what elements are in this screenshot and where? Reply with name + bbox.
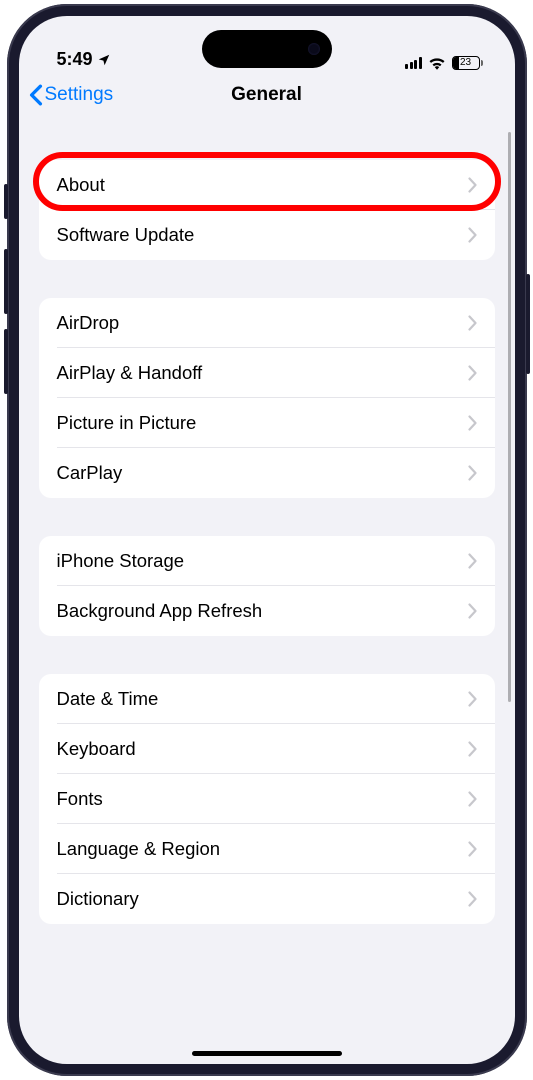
section-storage: iPhone Storage Background App Refresh bbox=[39, 536, 495, 636]
row-label: Date & Time bbox=[57, 688, 159, 710]
row-about[interactable]: About bbox=[39, 160, 495, 210]
battery-percentage: 23 bbox=[453, 57, 479, 69]
row-iphone-storage[interactable]: iPhone Storage bbox=[39, 536, 495, 586]
row-dictionary[interactable]: Dictionary bbox=[39, 874, 495, 924]
row-label: Keyboard bbox=[57, 738, 136, 760]
chevron-right-icon bbox=[468, 177, 477, 193]
row-label: CarPlay bbox=[57, 462, 123, 484]
row-software-update[interactable]: Software Update bbox=[39, 210, 495, 260]
row-label: Dictionary bbox=[57, 888, 139, 910]
row-label: Fonts bbox=[57, 788, 103, 810]
silent-switch bbox=[4, 184, 8, 219]
battery-icon: 23 bbox=[452, 56, 483, 70]
chevron-right-icon bbox=[468, 553, 477, 569]
chevron-right-icon bbox=[468, 365, 477, 381]
scroll-indicator[interactable] bbox=[508, 132, 511, 702]
row-carplay[interactable]: CarPlay bbox=[39, 448, 495, 498]
section-airdrop: AirDrop AirPlay & Handoff Picture in Pic… bbox=[39, 298, 495, 498]
row-label: AirPlay & Handoff bbox=[57, 362, 203, 384]
section-about: About Software Update bbox=[39, 160, 495, 260]
row-date-time[interactable]: Date & Time bbox=[39, 674, 495, 724]
dynamic-island bbox=[202, 30, 332, 68]
screen: 5:49 23 bbox=[19, 16, 515, 1064]
chevron-right-icon bbox=[468, 691, 477, 707]
chevron-right-icon bbox=[468, 841, 477, 857]
row-label: AirDrop bbox=[57, 312, 120, 334]
chevron-right-icon bbox=[468, 741, 477, 757]
volume-up-button bbox=[4, 249, 8, 314]
location-icon bbox=[97, 53, 111, 67]
front-camera bbox=[308, 43, 320, 55]
chevron-right-icon bbox=[468, 891, 477, 907]
back-label: Settings bbox=[45, 84, 114, 106]
back-button[interactable]: Settings bbox=[29, 84, 114, 106]
nav-bar: Settings General bbox=[19, 72, 515, 118]
chevron-right-icon bbox=[468, 315, 477, 331]
content-area[interactable]: About Software Update AirDrop bbox=[19, 118, 515, 1064]
chevron-left-icon bbox=[29, 84, 43, 106]
chevron-right-icon bbox=[468, 415, 477, 431]
chevron-right-icon bbox=[468, 603, 477, 619]
chevron-right-icon bbox=[468, 227, 477, 243]
row-label: Software Update bbox=[57, 224, 195, 246]
status-left: 5:49 bbox=[57, 49, 111, 70]
row-airplay-handoff[interactable]: AirPlay & Handoff bbox=[39, 348, 495, 398]
row-fonts[interactable]: Fonts bbox=[39, 774, 495, 824]
row-keyboard[interactable]: Keyboard bbox=[39, 724, 495, 774]
home-indicator[interactable] bbox=[192, 1051, 342, 1056]
row-label: Picture in Picture bbox=[57, 412, 197, 434]
section-date-time: Date & Time Keyboard Fonts bbox=[39, 674, 495, 924]
power-button bbox=[526, 274, 530, 374]
page-title: General bbox=[231, 84, 302, 106]
row-background-app-refresh[interactable]: Background App Refresh bbox=[39, 586, 495, 636]
row-label: Background App Refresh bbox=[57, 600, 263, 622]
row-language-region[interactable]: Language & Region bbox=[39, 824, 495, 874]
volume-down-button bbox=[4, 329, 8, 394]
chevron-right-icon bbox=[468, 791, 477, 807]
cellular-icon bbox=[405, 57, 422, 69]
row-label: About bbox=[57, 174, 105, 196]
row-label: Language & Region bbox=[57, 838, 221, 860]
chevron-right-icon bbox=[468, 465, 477, 481]
clock: 5:49 bbox=[57, 49, 93, 70]
status-right: 23 bbox=[405, 56, 483, 70]
phone-frame: 5:49 23 bbox=[7, 4, 527, 1076]
row-airdrop[interactable]: AirDrop bbox=[39, 298, 495, 348]
wifi-icon bbox=[428, 56, 446, 70]
row-label: iPhone Storage bbox=[57, 550, 185, 572]
row-picture-in-picture[interactable]: Picture in Picture bbox=[39, 398, 495, 448]
